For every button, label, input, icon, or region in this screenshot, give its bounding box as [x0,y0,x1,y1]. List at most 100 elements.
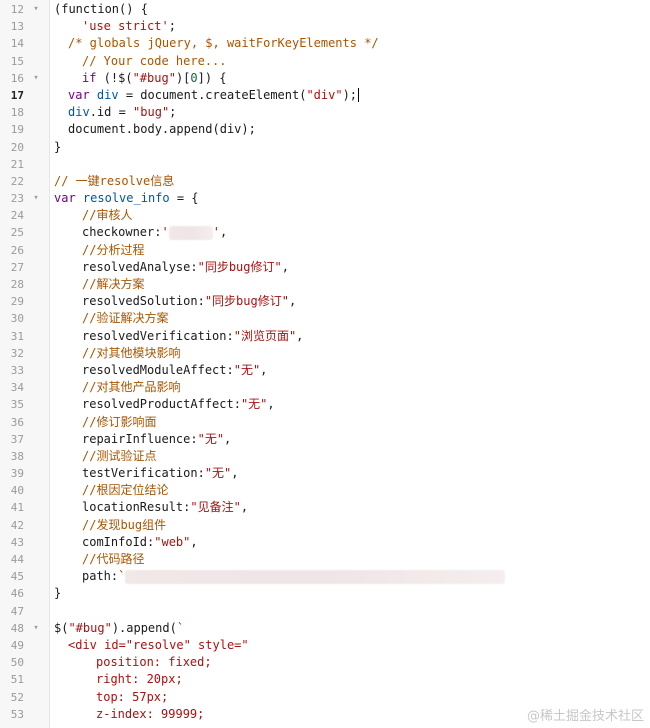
code-line[interactable]: 38 //测试验证点 [0,448,650,465]
line-code: //验证解决方案 [54,310,168,327]
line-number: 39 [10,467,24,481]
line-code: //解决方案 [54,276,144,293]
code-token: <div id="resolve" style=" [68,637,249,652]
code-line[interactable]: 21 [0,156,650,173]
code-token: , [260,362,268,377]
code-line[interactable]: 46} [0,585,650,602]
code-line[interactable]: 28 //解决方案 [0,276,650,293]
redacted-value [125,569,506,584]
line-code: repairInfluence:"无", [54,431,231,448]
line-number: 50 [10,656,24,670]
line-number: 15 [10,54,24,68]
code-line[interactable]: 45 path:` [0,568,650,585]
code-token: z-index: 99999; [96,706,205,721]
code-line[interactable]: 37 repairInfluence:"无", [0,431,650,448]
line-number: 13 [10,20,24,34]
code-line[interactable]: 18 div.id = "bug"; [0,104,650,121]
line-number: 19 [10,123,24,137]
code-token: , [267,397,275,412]
line-code: resolvedProductAffect:"无", [54,396,275,413]
code-line[interactable]: 12 ▾ (function() { [0,1,650,18]
code-line[interactable]: 50 position: fixed; [0,654,650,671]
line-number: 38 [10,449,24,463]
line-number: 24 [10,209,24,223]
line-code: (function() { [54,1,148,18]
line-number: 32 [10,346,24,360]
code-token: ]) { [197,70,227,85]
code-line[interactable]: 19 document.body.append(div); [0,121,650,138]
code-line[interactable]: 33 resolvedModuleAffect:"无", [0,362,650,379]
code-line[interactable]: 25 checkowner:' ', [0,224,650,241]
code-line[interactable]: 36 //修订影响面 [0,414,650,431]
code-line[interactable]: 13 'use strict'; [0,18,650,35]
line-number: 48 [10,621,24,635]
code-line[interactable]: 47 [0,603,650,620]
code-line[interactable]: 14 /* globals jQuery, $, waitForKeyElemen… [0,35,650,52]
code-token: "见备注" [190,500,241,515]
code-line[interactable]: 51 right: 20px; [0,671,650,688]
code-line[interactable]: 41 locationResult:"见备注", [0,499,650,516]
fold-arrow-icon[interactable]: ▾ [29,70,43,87]
line-code: // Your code here... [54,53,227,70]
code-line[interactable]: 34 //对其他产品影响 [0,379,650,396]
line-code: if (!$("#bug")[0]) { [54,70,227,87]
line-code: //根因定位结论 [54,482,168,499]
line-code: var resolve_info = { [54,190,199,207]
code-token: comInfoId: [82,534,155,549]
code-token: , [281,259,289,274]
line-number: 53 [10,707,24,721]
code-line[interactable]: 31 resolvedVerification:"浏览页面", [0,328,650,345]
code-line[interactable]: 20} [0,139,650,156]
code-line[interactable]: 15 // Your code here... [0,53,650,70]
code-line[interactable]: 27 resolvedAnalyse:"同步bug修订", [0,259,650,276]
code-token: "无" [204,466,232,481]
code-line[interactable]: 16 ▾ if (!$("#bug")[0]) { [0,70,650,87]
code-line[interactable]: 30 //验证解决方案 [0,310,650,327]
code-line[interactable]: 23 ▾ var resolve_info = { [0,190,650,207]
code-line[interactable]: 22 // 一键resolve信息 [0,173,650,190]
code-token: //对其他产品影响 [82,380,181,395]
code-editor[interactable]: 12 ▾ (function() {13 'use strict'; 14 /* glob… [0,0,650,728]
code-line[interactable]: 26 //分析过程 [0,242,650,259]
code-token: // Your code here... [82,53,227,68]
line-number: 35 [10,398,24,412]
code-line[interactable]: 17 var div = document.createElement("div"… [0,87,650,104]
code-line[interactable]: 24 //审核人 [0,207,650,224]
line-code: //修订影响面 [54,414,156,431]
fold-arrow-icon[interactable]: ▾ [29,620,43,637]
line-number: 46 [10,587,24,601]
code-line[interactable]: 44 //代码路径 [0,551,650,568]
line-code: top: 57px; [54,689,168,706]
line-number: 33 [10,363,24,377]
code-line[interactable]: 43 comInfoId:"web", [0,534,650,551]
line-code: //对其他模块影响 [54,345,180,362]
code-line[interactable]: 48 ▾ $("#bug").append(` [0,620,650,637]
code-line[interactable]: 39 testVerification:"无", [0,465,650,482]
code-token: , [190,534,198,549]
line-code: <div id="resolve" style=" [54,637,249,654]
code-line[interactable]: 32 //对其他模块影响 [0,345,650,362]
line-code: //发现bug组件 [54,517,166,534]
code-line[interactable]: 40 //根因定位结论 [0,482,650,499]
code-token: $( [54,620,69,635]
code-lines[interactable]: 12 ▾ (function() {13 'use strict'; 14 /* glob… [0,1,650,723]
line-code: //审核人 [54,207,132,224]
code-token: "浏览页面" [233,328,297,343]
code-line[interactable]: 42 //发现bug组件 [0,517,650,534]
line-code: // 一键resolve信息 [54,173,174,190]
fold-arrow-icon[interactable]: ▾ [29,190,43,207]
code-line[interactable]: 52 top: 57px; [0,689,650,706]
code-token: "div" [306,87,343,102]
code-line[interactable]: 35 resolvedProductAffect:"无", [0,396,650,413]
code-line[interactable]: 29 resolvedSolution:"同步bug修订", [0,293,650,310]
fold-arrow-icon[interactable]: ▾ [29,1,43,18]
code-line[interactable]: 49 <div id="resolve" style=" [0,637,650,654]
code-token: //根因定位结论 [82,483,169,498]
code-token: //测试验证点 [82,448,157,463]
line-number: 16 [10,71,24,85]
code-token: resolvedProductAffect: [82,397,241,412]
code-token: (!$( [96,70,133,85]
code-token: , [231,466,239,481]
code-token: } [54,139,62,154]
